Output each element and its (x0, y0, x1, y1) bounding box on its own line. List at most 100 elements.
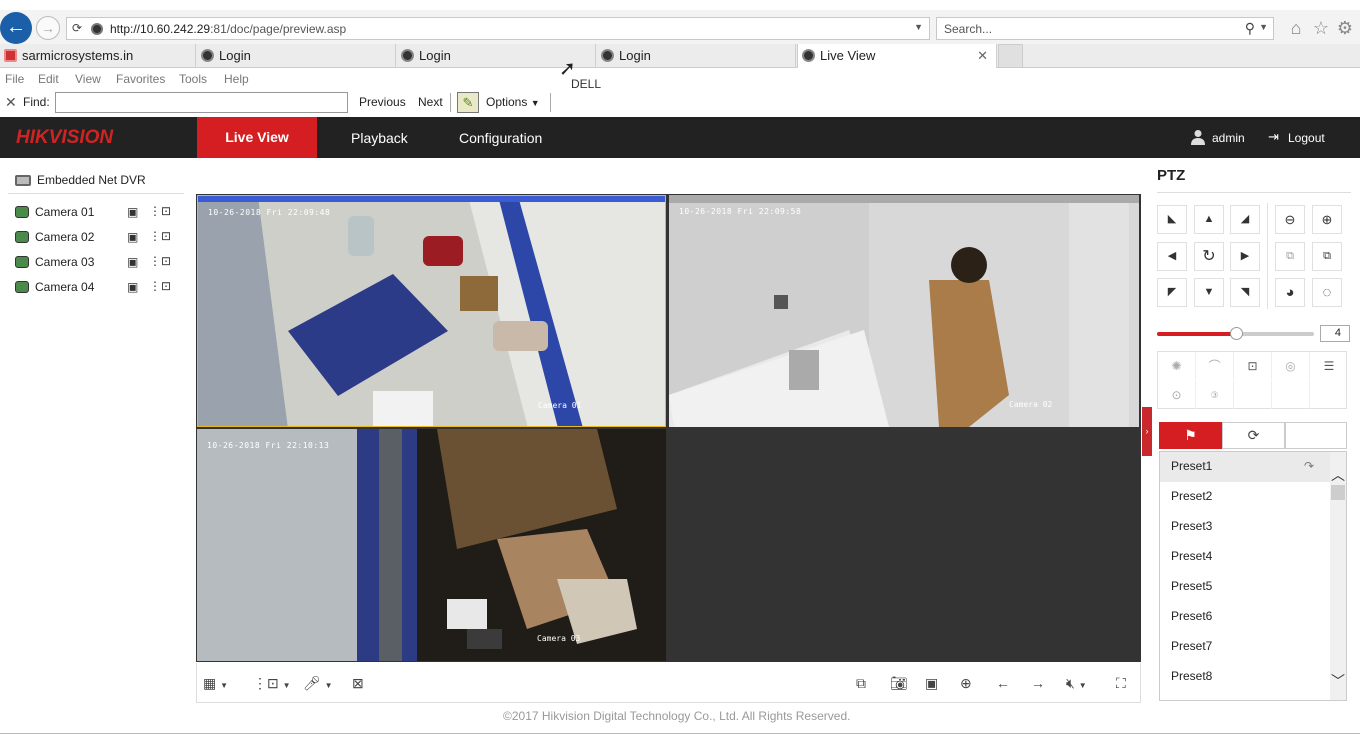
preset-item[interactable]: Preset5 (1160, 572, 1332, 602)
stream-info-icon[interactable]: ⋮⊡ (149, 204, 171, 218)
ptz-up-button[interactable]: ▲ (1194, 205, 1224, 234)
url-field[interactable]: ⟳ http://10.60.242.29:81/doc/page/previe… (66, 17, 930, 40)
tab-sarmicrosystems[interactable]: sarmicrosystems.in (0, 44, 196, 68)
stop-all-icon[interactable]: ⧉ (856, 675, 866, 692)
mute-volume-icon[interactable]: 🔇︎ ▼ (1066, 675, 1087, 692)
next-page-icon[interactable]: → (1031, 675, 1045, 691)
ezoom-icon[interactable]: ⊠ (352, 675, 364, 692)
microphone-icon[interactable]: 🎤︎ ▼ (303, 675, 333, 692)
favorites-star-icon[interactable]: ☆ (1310, 18, 1332, 40)
user-name[interactable]: admin (1212, 131, 1245, 145)
search-dropdown-icon[interactable]: ▼ (1259, 22, 1268, 32)
record-icon[interactable]: ▣ (127, 280, 138, 294)
device-name[interactable]: Embedded Net DVR (37, 173, 146, 187)
chevron-down-icon[interactable]: ﹀ (1331, 671, 1345, 691)
tab-close-icon[interactable]: ✕ (977, 44, 988, 67)
auto-focus-icon[interactable]: ⊡ (1234, 352, 1272, 380)
url-dropdown-icon[interactable]: ▼ (914, 22, 923, 32)
scrollbar-thumb[interactable] (1331, 485, 1345, 500)
preset-item[interactable]: Preset1 ↷ ⚙ (1160, 452, 1342, 482)
new-tab-button[interactable] (998, 44, 1023, 68)
ptz-down-left-button[interactable]: ◤ (1157, 278, 1187, 307)
ptz-down-right-button[interactable]: ◥ (1230, 278, 1260, 307)
tab-pattern[interactable] (1285, 422, 1347, 449)
camera-item[interactable]: Camera 02 ▣ ⋮⊡ (15, 228, 175, 248)
wiper-icon[interactable]: ⌒ (1196, 352, 1234, 380)
preset-item[interactable]: Preset6 (1160, 602, 1332, 632)
forward-button[interactable]: → (36, 16, 60, 40)
camera-item[interactable]: Camera 04 ▣ ⋮⊡ (15, 278, 175, 298)
preset-item[interactable]: Preset8 (1160, 662, 1332, 692)
tab-live-view[interactable]: Live View ✕ (797, 44, 997, 68)
previous-page-icon[interactable]: ← (996, 675, 1010, 691)
menu-edit[interactable]: Edit (38, 72, 59, 86)
tab-patrol[interactable]: ⟳ (1222, 422, 1285, 449)
camera-item[interactable]: Camera 03 ▣ ⋮⊡ (15, 253, 175, 273)
nav-configuration[interactable]: Configuration (459, 130, 542, 146)
find-previous-button[interactable]: Previous (359, 95, 406, 109)
menu-help[interactable]: Help (224, 72, 249, 86)
camera-item[interactable]: Camera 01 ▣ ⋮⊡ (15, 203, 175, 223)
tab-preset[interactable]: ⚑ (1159, 422, 1222, 449)
find-input[interactable] (55, 92, 348, 113)
3d-zoom-icon[interactable]: ③ (1196, 381, 1234, 409)
ptz-auto-button[interactable]: ↻ (1194, 242, 1224, 271)
reload-icon[interactable]: ⟳ (72, 21, 82, 35)
logout-button[interactable]: Logout (1288, 131, 1325, 145)
back-button[interactable]: ← (0, 12, 32, 44)
iris-close-icon[interactable]: ◕ (1275, 278, 1305, 307)
light-icon[interactable]: ✺ (1158, 352, 1196, 380)
menu-file[interactable]: File (5, 72, 24, 86)
record-video-icon[interactable]: ▣ (925, 675, 938, 692)
menu-view[interactable]: View (75, 72, 101, 86)
preset-item[interactable]: Preset2 (1160, 482, 1332, 512)
menu-icon[interactable]: ☰ (1310, 352, 1348, 380)
preset-item[interactable]: Preset7 (1160, 632, 1332, 662)
stream-info-icon[interactable]: ⋮⊡ (149, 229, 171, 243)
highlight-icon[interactable]: ✎ (457, 92, 479, 113)
ptz-down-button[interactable]: ▼ (1194, 278, 1224, 307)
stream-info-icon[interactable]: ⋮⊡ (149, 279, 171, 293)
video-tile-empty[interactable] (669, 429, 1139, 661)
ptz-left-button[interactable]: ◀ (1157, 242, 1187, 271)
ptz-up-right-button[interactable]: ◢ (1230, 205, 1260, 234)
search-icon[interactable]: ⚲ (1245, 20, 1255, 37)
logout-icon[interactable]: ⇥ (1268, 129, 1279, 145)
record-icon[interactable]: ▣ (127, 230, 138, 244)
ptz-speed-slider[interactable] (1230, 327, 1243, 340)
record-icon[interactable]: ▣ (127, 205, 138, 219)
nav-live-view[interactable]: Live View (197, 117, 317, 158)
chevron-up-icon[interactable]: ︿ (1331, 465, 1345, 485)
zoom-in-icon[interactable]: ⊕ (960, 675, 972, 692)
record-icon[interactable]: ▣ (127, 255, 138, 269)
home-icon[interactable]: ⌂ (1285, 18, 1307, 40)
find-close-icon[interactable]: ✕ (5, 94, 17, 111)
preset-item[interactable]: Preset3 (1160, 512, 1332, 542)
preset-scrollbar[interactable]: ︿ ﹀ (1330, 452, 1346, 700)
capture-camera-icon[interactable]: 📷︎ (890, 675, 908, 692)
find-next-button[interactable]: Next (418, 95, 443, 109)
browser-search-field[interactable]: Search... ⚲ ▼ (936, 17, 1274, 40)
video-tile-camera-03[interactable]: 10-26-2018 Fri 22:10:13 Camera 03 (197, 429, 666, 661)
ptz-right-button[interactable]: ▶ (1230, 242, 1260, 271)
window-layout-icon[interactable]: ▦ ▼ (203, 675, 228, 692)
nav-playback[interactable]: Playback (351, 130, 408, 146)
manual-track-icon[interactable]: ⊙ (1158, 381, 1196, 409)
lens-init-icon[interactable]: ◎ (1272, 352, 1310, 380)
ptz-up-left-button[interactable]: ◣ (1157, 205, 1187, 234)
stream-type-icon[interactable]: ⋮⊡ ▼ (253, 675, 291, 692)
fullscreen-icon[interactable]: ⛶ (1116, 675, 1126, 692)
settings-gear-icon[interactable]: ⚙ (1334, 18, 1356, 40)
stream-info-icon[interactable]: ⋮⊡ (149, 254, 171, 268)
video-tile-camera-01[interactable]: 10-26-2018 Fri 22:09:48 Camera 01 (197, 195, 666, 427)
focus-near-icon[interactable]: ⧉ (1275, 242, 1305, 271)
preset-item[interactable]: Preset4 (1160, 542, 1332, 572)
menu-favorites[interactable]: Favorites (116, 72, 165, 86)
find-options-button[interactable]: Options ▼ (486, 95, 540, 109)
menu-tools[interactable]: Tools (179, 72, 207, 86)
collapse-panel-handle[interactable]: › (1142, 407, 1152, 456)
focus-far-icon[interactable]: ⧉ (1312, 242, 1342, 271)
call-preset-icon[interactable]: ↷ (1304, 452, 1314, 480)
video-tile-camera-02[interactable]: 10-26-2018 Fri 22:09:58 Camera 02 (669, 195, 1139, 427)
tab-login-1[interactable]: Login (197, 44, 396, 68)
